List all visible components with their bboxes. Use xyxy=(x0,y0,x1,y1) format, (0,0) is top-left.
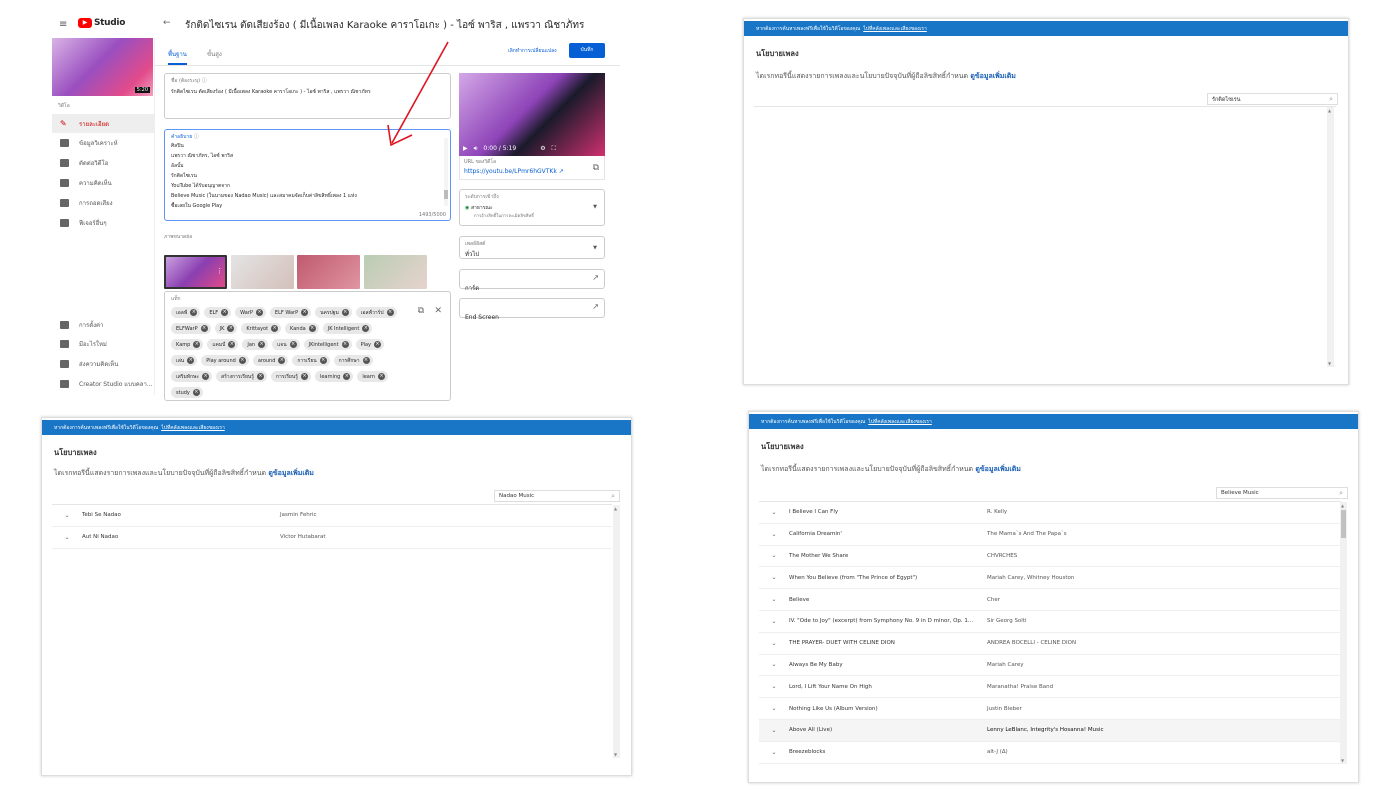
song-title: When You Believe (from "The Prince of Eg… xyxy=(789,574,918,581)
song-artist: The Mama`s And The Papa`s xyxy=(987,531,1067,538)
song-artist: Lenny LeBlanc, Integrity's Hosanna! Musi… xyxy=(987,727,1104,734)
expand-chevron-icon[interactable]: ⌄ xyxy=(759,574,789,581)
results-scrollbar[interactable]: ▲ ▼ xyxy=(1340,502,1347,764)
results-scrollbar[interactable]: ▲ ▼ xyxy=(1327,107,1334,367)
table-row[interactable]: ⌄ Above All (Live) Lenny LeBlanc, Integrit… xyxy=(759,719,1341,742)
search-value: รักติดไซเรน xyxy=(1212,97,1241,103)
search-value: Believe Music xyxy=(1221,490,1259,496)
music-policy-title: นโยบายเพลง xyxy=(756,49,799,58)
music-results-list: ⌄ I Believe I Can Fly R. Kelly ⌄ California … xyxy=(759,501,1341,764)
music-policy-description: ไดเรกทอรีนี้แสดงรายการเพลงและนโยบายปัจจุ… xyxy=(756,71,1016,82)
music-policy-panel-2: หากต้องการค้นหาเพลงฟรีเพื่อใช้ในวิดีโอขอ… xyxy=(41,417,632,776)
song-title: Lord, I Lift Your Name On High xyxy=(789,683,872,690)
music-policy-title: นโยบายเพลง xyxy=(54,448,97,457)
song-artist: Mariah Carey, Whitney Houston xyxy=(987,574,1075,581)
expand-chevron-icon[interactable]: ⌄ xyxy=(759,552,789,559)
song-artist: Jasmin Fehric xyxy=(280,512,317,519)
song-artist: Justin Bieber xyxy=(987,705,1022,712)
song-title: Tebi Se Nadao xyxy=(82,512,121,519)
table-row[interactable]: ⌄ California Dreamin' The Mama`s And The P… xyxy=(759,524,1341,546)
song-title: THE PRAYER- DUET WITH CELINE DION xyxy=(789,640,895,647)
expand-chevron-icon[interactable]: ⌄ xyxy=(759,640,789,647)
banner-text: หากต้องการค้นหาเพลงฟรีเพื่อใช้ในวิดีโอขอ… xyxy=(54,424,159,431)
learn-more-link[interactable]: ดูข้อมูลเพิ่มเติม xyxy=(268,469,314,477)
music-library-banner: หากต้องการค้นหาเพลงฟรีเพื่อใช้ในวิดีโอขอ… xyxy=(749,414,1358,429)
table-row[interactable]: ⌄ IV. "Ode to Joy" (excerpt) from Symphon… xyxy=(759,611,1341,633)
audio-library-link[interactable]: ไปที่คลังเพลงและเสียงของเรา xyxy=(868,418,932,426)
music-library-banner: หากต้องการค้นหาเพลงฟรีเพื่อใช้ในวิดีโอขอ… xyxy=(42,420,631,435)
music-search-input[interactable]: Nadao Music ⌕ xyxy=(494,490,620,502)
table-row[interactable]: ⌄ The Mother We Share CHVRCHES xyxy=(759,546,1341,568)
song-artist: CHVRCHES xyxy=(987,552,1018,559)
music-policy-description: ไดเรกทอรีนี้แสดงรายการเพลงและนโยบายปัจจุ… xyxy=(54,468,314,479)
table-row[interactable]: ⌄ Breezeblocks alt-J (∆) xyxy=(759,742,1341,764)
song-title: California Dreamin' xyxy=(789,531,842,538)
song-title: Aut Ni Nadao xyxy=(82,534,119,541)
music-policy-description: ไดเรกทอรีนี้แสดงรายการเพลงและนโยบายปัจจุ… xyxy=(761,464,1021,475)
music-policy-panel-3: หากต้องการค้นหาเพลงฟรีเพื่อใช้ในวิดีโอขอ… xyxy=(748,411,1359,783)
song-title: IV. "Ode to Joy" (excerpt) from Symphony… xyxy=(789,618,974,625)
expand-chevron-icon[interactable]: ⌄ xyxy=(759,661,789,668)
audio-library-link[interactable]: ไปที่คลังเพลงและเสียงของเรา xyxy=(161,424,225,432)
song-artist: alt-J (∆) xyxy=(987,749,1008,756)
song-title: Breezeblocks xyxy=(789,749,826,756)
song-title: I Believe I Can Fly xyxy=(789,509,839,516)
table-row[interactable]: ⌄ Always Be My Baby Mariah Carey xyxy=(759,655,1341,677)
music-search-input[interactable]: รักติดไซเรน ⌕ xyxy=(1207,93,1338,105)
music-search-input[interactable]: Believe Music ⌕ xyxy=(1216,487,1348,499)
song-artist: Victor Hutabarat xyxy=(280,534,326,541)
music-library-banner: หากต้องการค้นหาเพลงฟรีเพื่อใช้ในวิดีโอขอ… xyxy=(744,21,1348,36)
song-artist: ANDREA BOCELLI - CELINE DION xyxy=(987,640,1077,647)
audio-library-link[interactable]: ไปที่คลังเพลงและเสียงของเรา xyxy=(863,25,927,33)
music-policy-panel-1: หากต้องการค้นหาเพลงฟรีเพื่อใช้ในวิดีโอขอ… xyxy=(743,18,1349,385)
song-title: Always Be My Baby xyxy=(789,661,843,668)
table-row[interactable]: ⌄ Lord, I Lift Your Name On High Maranatha… xyxy=(759,676,1341,699)
music-results-list xyxy=(754,106,1336,366)
table-row[interactable]: ⌄ Believe Cher xyxy=(759,589,1341,611)
music-policy-title: นโยบายเพลง xyxy=(761,442,804,451)
song-artist: Mariah Carey xyxy=(987,661,1024,668)
music-results-list: ⌄ Tebi Se Nadao Jasmin Fehric ⌄ Aut Ni Nadao… xyxy=(52,504,612,549)
song-artist: Cher xyxy=(987,596,1000,603)
expand-chevron-icon[interactable]: ⌄ xyxy=(52,512,82,519)
song-artist: Maranatha! Praise Band xyxy=(987,683,1054,690)
song-artist: Sir Georg Solti xyxy=(987,618,1027,625)
description-text: ไดเรกทอรีนี้แสดงรายการเพลงและนโยบายปัจจุ… xyxy=(761,465,974,473)
table-row[interactable]: ⌄ THE PRAYER- DUET WITH CELINE DION ANDREA… xyxy=(759,633,1341,655)
scrollbar-thumb[interactable] xyxy=(1341,510,1346,538)
expand-chevron-icon[interactable]: ⌄ xyxy=(759,618,789,625)
banner-text: หากต้องการค้นหาเพลงฟรีเพื่อใช้ในวิดีโอขอ… xyxy=(756,25,861,32)
song-title: The Mother We Share xyxy=(789,552,849,559)
results-scrollbar[interactable]: ▲ ▼ xyxy=(613,505,620,758)
table-row[interactable]: ⌄ Tebi Se Nadao Jasmin Fehric xyxy=(52,505,612,527)
expand-chevron-icon[interactable]: ⌄ xyxy=(759,531,789,538)
table-row[interactable]: ⌄ When You Believe (from "The Prince of E… xyxy=(759,567,1341,590)
song-artist: R. Kelly xyxy=(987,509,1008,516)
search-icon[interactable]: ⌕ xyxy=(1339,489,1343,498)
table-row[interactable]: ⌄ Aut Ni Nadao Victor Hutabarat xyxy=(52,527,612,549)
song-title: Believe xyxy=(789,596,810,603)
expand-chevron-icon[interactable]: ⌄ xyxy=(759,596,789,603)
expand-chevron-icon[interactable]: ⌄ xyxy=(759,705,789,712)
description-text: ไดเรกทอรีนี้แสดงรายการเพลงและนโยบายปัจจุ… xyxy=(756,72,969,80)
song-title: Nothing Like Us (Album Version) xyxy=(789,705,878,712)
table-row[interactable]: ⌄ I Believe I Can Fly R. Kelly xyxy=(759,502,1341,524)
search-icon[interactable]: ⌕ xyxy=(1329,95,1333,104)
banner-text: หากต้องการค้นหาเพลงฟรีเพื่อใช้ในวิดีโอขอ… xyxy=(761,418,866,425)
search-value: Nadao Music xyxy=(499,493,535,499)
expand-chevron-icon[interactable]: ⌄ xyxy=(759,727,789,734)
expand-chevron-icon[interactable]: ⌄ xyxy=(759,509,789,516)
learn-more-link[interactable]: ดูข้อมูลเพิ่มเติม xyxy=(970,72,1016,80)
description-text: ไดเรกทอรีนี้แสดงรายการเพลงและนโยบายปัจจุ… xyxy=(54,469,267,477)
table-row[interactable]: ⌄ Nothing Like Us (Album Version) Justin B… xyxy=(759,698,1341,720)
expand-chevron-icon[interactable]: ⌄ xyxy=(759,683,789,690)
expand-chevron-icon[interactable]: ⌄ xyxy=(759,749,789,756)
learn-more-link[interactable]: ดูข้อมูลเพิ่มเติม xyxy=(975,465,1021,473)
search-icon[interactable]: ⌕ xyxy=(611,492,615,501)
expand-chevron-icon[interactable]: ⌄ xyxy=(52,534,82,541)
song-title: Above All (Live) xyxy=(789,727,833,734)
